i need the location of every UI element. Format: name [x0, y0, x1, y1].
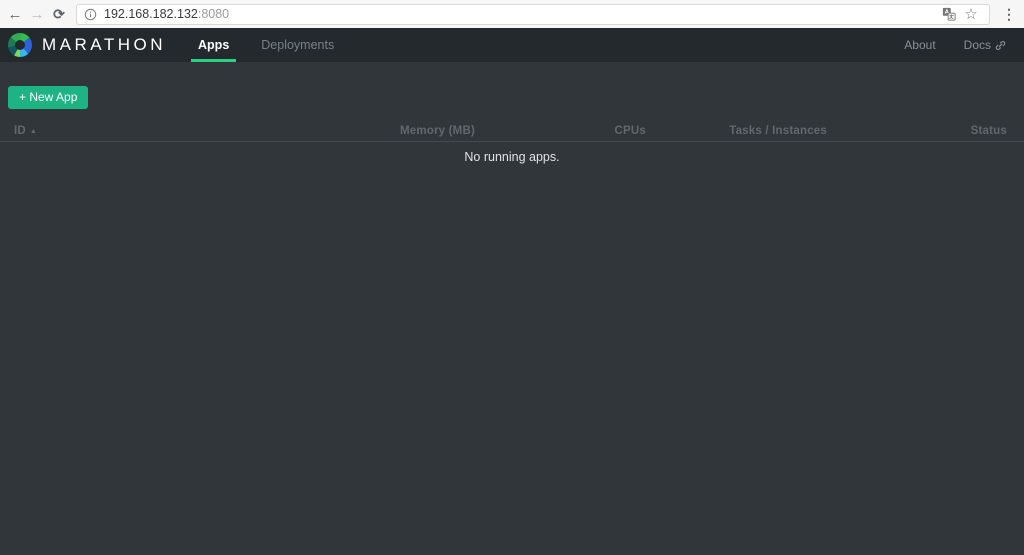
column-header-cpus[interactable]: CPUs	[475, 125, 646, 137]
nav-tabs: Apps Deployments	[182, 28, 350, 62]
address-bar[interactable]: 192.168.182.132:8080 ☆	[76, 3, 990, 25]
forward-icon[interactable]: →	[26, 3, 48, 25]
column-header-tasks[interactable]: Tasks / Instances	[646, 125, 827, 137]
column-id-label: ID	[14, 124, 26, 137]
about-link-label: About	[904, 38, 936, 52]
url-host[interactable]: 192.168.182.132	[104, 7, 198, 21]
apps-table-header: ID ▲ Memory (MB) CPUs Tasks / Instances S…	[0, 120, 1024, 142]
browser-toolbar: ← → ⟳ 192.168.182.132:8080 ☆ ⋮	[0, 0, 1024, 28]
sort-ascending-icon: ▲	[29, 127, 38, 135]
browser-menu-icon[interactable]: ⋮	[1000, 6, 1018, 23]
nav-links: About Docs	[876, 28, 1006, 62]
about-link[interactable]: About	[904, 38, 935, 52]
external-link-icon	[995, 40, 1006, 51]
empty-table-message: No running apps.	[464, 150, 560, 164]
marathon-navbar: MARATHON Apps Deployments About Docs	[0, 28, 1024, 62]
bookmark-star-icon[interactable]: ☆	[960, 4, 982, 24]
page-info-icon[interactable]	[84, 8, 97, 21]
new-app-button[interactable]: + New App	[8, 86, 89, 109]
docs-link-label: Docs	[963, 38, 991, 52]
tab-deployments[interactable]: Deployments	[254, 28, 341, 62]
main-content: + New App ID ▲ Memory (MB) CPUs Tasks / I…	[0, 62, 1024, 555]
translate-icon[interactable]	[938, 4, 960, 24]
reload-icon[interactable]: ⟳	[48, 3, 70, 25]
url-port[interactable]: :8080	[198, 7, 229, 21]
marathon-logo-icon	[8, 33, 32, 57]
column-header-status[interactable]: Status	[827, 125, 1007, 137]
column-header-id[interactable]: ID ▲	[14, 125, 295, 137]
brand-title: MARATHON	[42, 35, 167, 54]
docs-link[interactable]: Docs	[964, 38, 1006, 52]
column-header-memory[interactable]: Memory (MB)	[295, 125, 475, 137]
back-icon[interactable]: ←	[4, 3, 26, 25]
tab-apps[interactable]: Apps	[191, 28, 237, 62]
